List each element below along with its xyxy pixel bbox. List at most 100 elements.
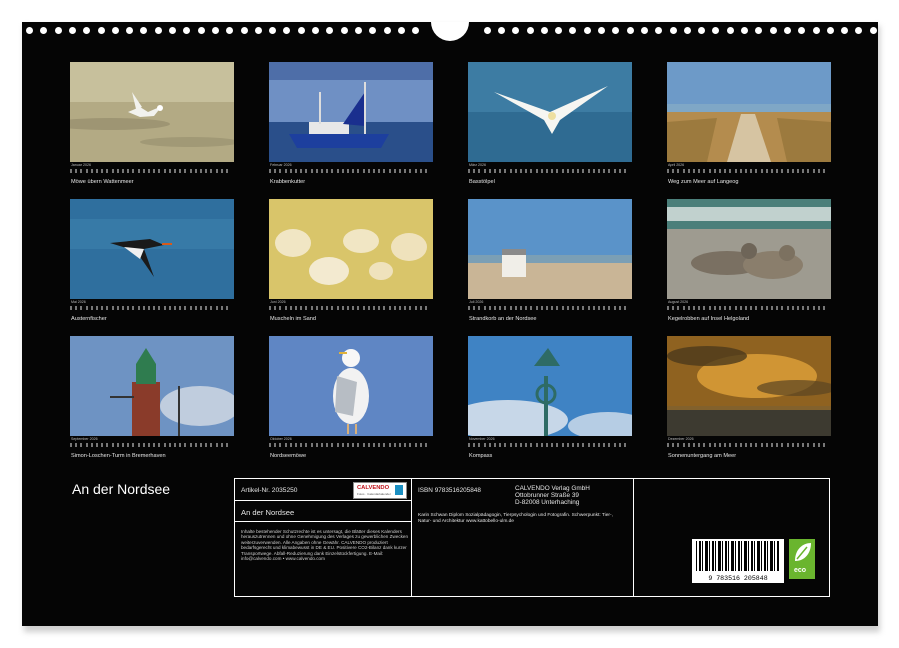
day-cell <box>347 306 349 310</box>
day-cell <box>331 443 333 447</box>
day-strip <box>667 442 831 450</box>
day-cell <box>148 306 150 310</box>
day-cell <box>608 169 610 173</box>
day-cell <box>672 169 674 173</box>
binding-hole <box>498 27 505 34</box>
binding-hole <box>369 27 376 34</box>
month-label: Juli 2026 <box>469 300 483 304</box>
day-cell <box>520 306 522 310</box>
day-cell <box>285 443 287 447</box>
day-cell <box>473 169 475 173</box>
binding-hole <box>670 27 677 34</box>
day-cell <box>210 443 212 447</box>
day-cell <box>75 443 77 447</box>
day-cell <box>761 169 763 173</box>
day-cell <box>818 443 820 447</box>
binding-hole <box>684 27 691 34</box>
binding-hole <box>155 27 162 34</box>
day-cell <box>489 169 491 173</box>
barcode-bar <box>696 541 697 571</box>
day-cell <box>86 443 88 447</box>
day-cell <box>729 443 731 447</box>
binding-hole <box>183 27 190 34</box>
day-cell <box>593 169 595 173</box>
barcode-bar <box>751 541 753 571</box>
day-cell <box>295 306 297 310</box>
divider <box>633 479 634 596</box>
barcode-bar <box>735 541 736 571</box>
day-cell <box>567 443 569 447</box>
day-cell <box>672 306 674 310</box>
publisher-street: Ottobrunner Straße 39 <box>515 492 590 499</box>
day-cell <box>745 443 747 447</box>
day-cell <box>771 169 773 173</box>
day-cell <box>216 169 218 173</box>
photo-caption: Muscheln im Sand <box>270 316 316 322</box>
photo-caption: Weg zum Meer auf Langeog <box>668 179 738 185</box>
day-cell <box>316 306 318 310</box>
day-cell <box>709 169 711 173</box>
day-cell <box>210 169 212 173</box>
day-cell <box>357 443 359 447</box>
day-cell <box>399 169 401 173</box>
day-cell <box>614 169 616 173</box>
day-cell <box>750 169 752 173</box>
month-label: Januar 2026 <box>71 163 91 167</box>
day-cell <box>274 169 276 173</box>
barcode-bar <box>764 541 766 571</box>
article-number: Artikel-Nr. 2035250 <box>241 487 297 494</box>
day-cell <box>484 443 486 447</box>
day-cell <box>536 443 538 447</box>
day-cell <box>425 169 427 173</box>
day-cell <box>693 169 695 173</box>
day-cell <box>624 443 626 447</box>
day-cell <box>101 169 103 173</box>
day-cell <box>776 443 778 447</box>
day-cell <box>122 169 124 173</box>
day-cell <box>807 169 809 173</box>
binding-hole <box>326 27 333 34</box>
binding-hole <box>140 27 147 34</box>
day-cell <box>719 306 721 310</box>
day-cell <box>96 169 98 173</box>
day-cell <box>546 169 548 173</box>
day-cell <box>112 306 114 310</box>
day-cell <box>703 443 705 447</box>
day-cell <box>200 306 202 310</box>
day-cell <box>562 443 564 447</box>
binding-hole <box>241 27 248 34</box>
day-cell <box>802 306 804 310</box>
day-cell <box>184 306 186 310</box>
day-cell <box>735 306 737 310</box>
day-cell <box>179 443 181 447</box>
day-cell <box>378 443 380 447</box>
day-cell <box>158 443 160 447</box>
day-cell <box>683 169 685 173</box>
day-cell <box>797 306 799 310</box>
day-cell <box>468 306 470 310</box>
day-cell <box>269 306 271 310</box>
barcode-bar <box>702 541 703 571</box>
day-cell <box>195 443 197 447</box>
day-cell <box>321 169 323 173</box>
day-cell <box>101 306 103 310</box>
day-cell <box>672 443 674 447</box>
day-cell <box>792 169 794 173</box>
binding-hole <box>655 27 662 34</box>
day-cell <box>409 306 411 310</box>
day-cell <box>409 443 411 447</box>
day-cell <box>515 306 517 310</box>
day-cell <box>484 169 486 173</box>
binding-hole <box>512 27 519 34</box>
day-cell <box>91 443 93 447</box>
day-cell <box>311 169 313 173</box>
month-label: August 2026 <box>668 300 688 304</box>
day-cell <box>290 306 292 310</box>
logo-subtext: Fotos · Calendarkalender <box>357 492 391 496</box>
binding-hole <box>83 27 90 34</box>
day-cell <box>588 443 590 447</box>
day-cell <box>608 306 610 310</box>
day-cell <box>667 169 669 173</box>
day-cell <box>269 169 271 173</box>
day-cell <box>520 443 522 447</box>
